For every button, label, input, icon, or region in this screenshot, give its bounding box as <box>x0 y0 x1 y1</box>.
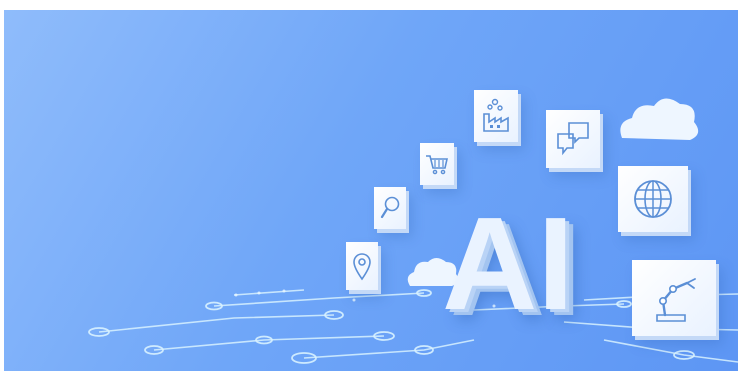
globe-icon <box>634 180 672 218</box>
shopping-cart-icon <box>426 155 448 175</box>
magnifier-tile <box>374 187 406 229</box>
magnifier-icon <box>380 196 400 219</box>
robot-arm-tile <box>632 260 716 336</box>
location-pin-tile <box>346 242 378 290</box>
chat-bubbles-icon <box>557 122 589 156</box>
factory-tile <box>474 90 518 142</box>
robot-arm-icon <box>656 278 696 322</box>
ai-illustration: AI <box>4 10 738 371</box>
shopping-cart-tile <box>420 143 454 185</box>
chat-bubbles-tile <box>546 110 600 168</box>
factory-icon <box>483 98 509 132</box>
ai-headline: AI <box>442 190 574 337</box>
globe-tile <box>618 166 688 232</box>
location-pin-icon <box>353 253 371 281</box>
